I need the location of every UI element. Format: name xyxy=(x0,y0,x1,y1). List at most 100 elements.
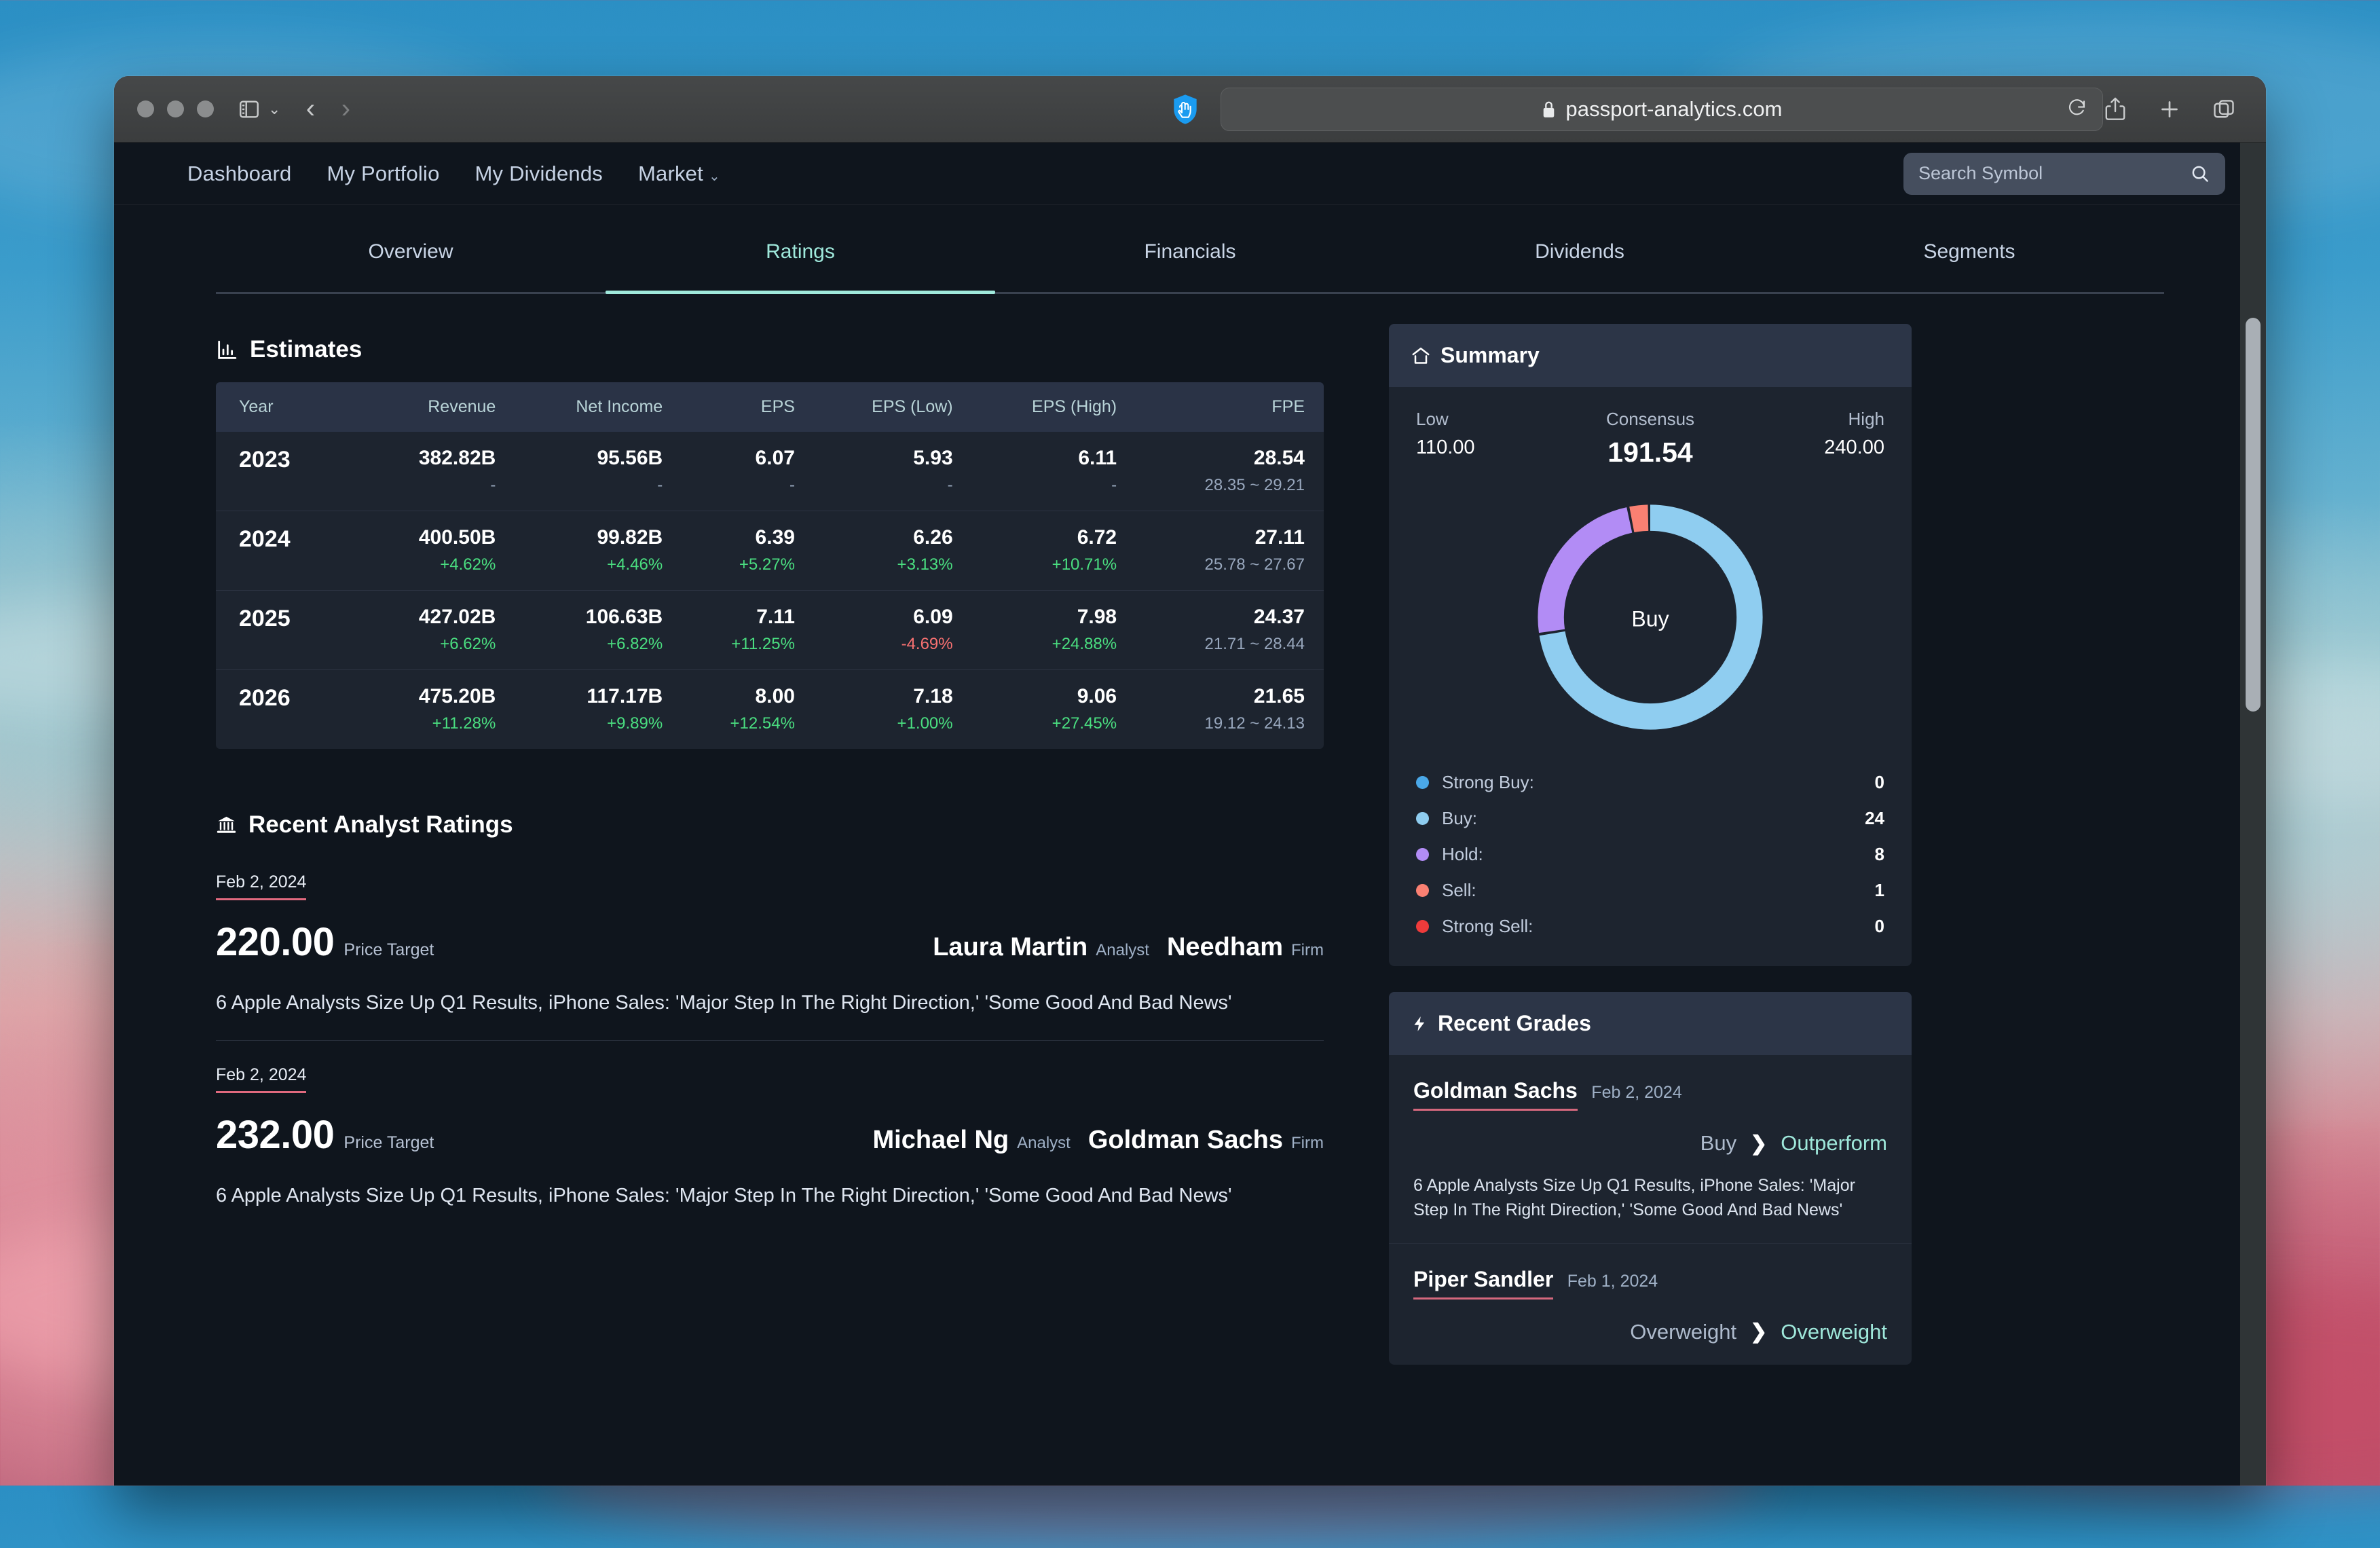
rating-row: 232.00 Price Target Michael Ng Analyst Go… xyxy=(216,1112,1324,1158)
stat-high: High 240.00 xyxy=(1728,409,1884,468)
share-icon[interactable] xyxy=(2103,96,2127,123)
summary-stats: Low 110.00 Consensus 191.54 High 240.00 xyxy=(1389,387,1912,481)
legend-label: Strong Sell: xyxy=(1442,916,1533,936)
eps-high-value: 9.06 xyxy=(1077,684,1117,707)
nav-item-market[interactable]: Market ⌄ xyxy=(638,162,720,186)
grade-item[interactable]: Piper Sandler Feb 1, 2024 Overweight ❯ O… xyxy=(1389,1242,1912,1365)
reload-icon[interactable] xyxy=(2067,97,2087,121)
cell-eps: 6.07 - xyxy=(682,432,814,511)
search-symbol-box[interactable] xyxy=(1903,152,2225,195)
eps-value: 8.00 xyxy=(755,684,795,707)
site-header: Dashboard My Portfolio My Dividends Mark… xyxy=(114,143,2266,205)
legend-value: 0 xyxy=(1874,916,1884,936)
table-row[interactable]: 2023 382.82B - 95.56B - 6.07- 5.93- 6.11- … xyxy=(216,432,1324,511)
tab-overview-icon[interactable] xyxy=(2212,97,2236,122)
address-bar[interactable]: passport-analytics.com xyxy=(1221,87,2103,131)
grade-to: Overweight xyxy=(1781,1319,1887,1344)
back-button[interactable]: ‹ xyxy=(293,93,328,126)
tab-dividends[interactable]: Dividends xyxy=(1385,205,1774,292)
plus-icon[interactable] xyxy=(2157,97,2182,122)
nav-label: Dashboard xyxy=(187,161,292,185)
extension-shield-icon[interactable] xyxy=(1172,93,1199,126)
eps-low-change: - xyxy=(947,475,953,494)
eps-value: 7.11 xyxy=(756,605,795,628)
cell-fpe: 28.54 28.35 ~ 29.21 xyxy=(1136,432,1324,511)
cell-year: 2025 xyxy=(216,590,364,670)
legend-label: Hold: xyxy=(1442,844,1483,864)
grade-news-headline[interactable]: 6 Apple Analysts Size Up Q1 Results, iPh… xyxy=(1413,1173,1887,1223)
analyst-ratings-heading: Recent Analyst Ratings xyxy=(216,811,1324,838)
bank-icon xyxy=(216,814,237,835)
nav-label: My Portfolio xyxy=(327,161,440,185)
analyst-label: Analyst xyxy=(1017,1134,1071,1153)
revenue-change: +6.62% xyxy=(440,634,496,653)
toolbar-right-actions xyxy=(2103,96,2243,123)
close-window-button[interactable] xyxy=(137,100,154,117)
estimates-heading: Estimates xyxy=(216,336,1324,363)
main-navigation: Dashboard My Portfolio My Dividends Mark… xyxy=(187,162,720,186)
scrollbar-thumb[interactable] xyxy=(2246,318,2261,712)
main-content: Estimates Year Revenue Net Income EPS EP… xyxy=(114,294,2266,1365)
search-input[interactable] xyxy=(1918,163,2190,184)
rating-row: 220.00 Price Target Laura Martin Analyst … xyxy=(216,919,1324,965)
firm-label: Firm xyxy=(1291,1134,1324,1153)
legend-bullet-hold xyxy=(1416,848,1429,861)
analyst-rating-item[interactable]: Feb 2, 2024 232.00 Price Target Michael … xyxy=(216,1040,1324,1233)
eps-low-value: 5.93 xyxy=(913,447,953,469)
cell-revenue: 427.02B +6.62% xyxy=(363,590,515,670)
firm-label: Firm xyxy=(1291,940,1324,959)
col-eps-high: EPS (High) xyxy=(971,382,1136,432)
eps-low-change: -4.69% xyxy=(901,634,953,653)
price-target-value: 220.00 xyxy=(216,919,335,964)
tab-financials[interactable]: Financials xyxy=(995,205,1385,292)
window-controls[interactable] xyxy=(137,100,214,117)
rating-news-headline[interactable]: 6 Apple Analysts Size Up Q1 Results, iPh… xyxy=(216,989,1288,1017)
analyst-rating-item[interactable]: Feb 2, 2024 220.00 Price Target Laura Ma… xyxy=(216,858,1324,1040)
minimize-window-button[interactable] xyxy=(167,100,184,117)
grade-item[interactable]: Goldman Sachs Feb 2, 2024 Buy ❯ Outperfo… xyxy=(1389,1055,1912,1243)
revenue-value: 382.82B xyxy=(418,447,496,469)
grade-head: Goldman Sachs Feb 2, 2024 xyxy=(1413,1078,1887,1111)
recent-grades-panel: Recent Grades Goldman Sachs Feb 2, 2024 … xyxy=(1389,992,1912,1365)
tab-ratings[interactable]: Ratings xyxy=(606,205,995,294)
cell-fpe: 21.65 19.12 ~ 24.13 xyxy=(1136,669,1324,749)
tab-overview[interactable]: Overview xyxy=(216,205,606,292)
col-eps-low: EPS (Low) xyxy=(813,382,972,432)
nav-label: Market xyxy=(638,161,703,185)
col-net-income: Net Income xyxy=(515,382,682,432)
chevron-down-icon[interactable]: ⌄ xyxy=(268,100,280,118)
summary-panel: Summary Low 110.00 Consensus 191.54 High xyxy=(1389,324,1912,966)
rating-attribution: Michael Ng Analyst Goldman Sachs Firm xyxy=(873,1126,1324,1155)
web-page: Dashboard My Portfolio My Dividends Mark… xyxy=(114,143,2266,1486)
sidebar-toggle-icon[interactable] xyxy=(234,96,264,123)
tab-label: Financials xyxy=(1144,240,1236,263)
grade-date: Feb 1, 2024 xyxy=(1567,1271,1658,1291)
high-value: 240.00 xyxy=(1824,437,1884,458)
eps-high-change: +10.71% xyxy=(1052,555,1117,574)
legend-row: Strong Buy: 0 xyxy=(1416,764,1884,800)
table-row[interactable]: 2025 427.02B +6.62% 106.63B +6.82% 7.11 +11… xyxy=(216,590,1324,670)
table-row[interactable]: 2024 400.50B +4.62% 99.82B +4.46% 6.39 +5.2… xyxy=(216,511,1324,591)
maximize-window-button[interactable] xyxy=(197,100,214,117)
recommendation-legend: Strong Buy: 0 Buy: 24 Hold: 8 Sell: 1 St… xyxy=(1389,758,1912,966)
forward-button[interactable]: › xyxy=(328,93,363,126)
eps-low-change: +1.00% xyxy=(897,714,953,733)
revenue-value: 475.20B xyxy=(418,684,496,707)
tab-segments[interactable]: Segments xyxy=(1774,205,2164,292)
eps-low-value: 6.26 xyxy=(913,526,953,549)
section-tabs: Overview Ratings Financials Dividends Se… xyxy=(216,205,2164,294)
net-income-change: +6.82% xyxy=(607,634,663,653)
net-income-value: 117.17B xyxy=(587,684,663,707)
eps-high-change: +24.88% xyxy=(1052,634,1117,653)
nav-item-my-dividends[interactable]: My Dividends xyxy=(475,162,603,186)
search-icon[interactable] xyxy=(2190,164,2210,184)
year-value: 2025 xyxy=(239,605,291,631)
eps-value: 6.07 xyxy=(755,447,795,469)
rating-news-headline[interactable]: 6 Apple Analysts Size Up Q1 Results, iPh… xyxy=(216,1182,1288,1210)
nav-item-dashboard[interactable]: Dashboard xyxy=(187,162,291,186)
cell-eps-low: 5.93 - xyxy=(813,432,972,511)
rating-attribution: Laura Martin Analyst Needham Firm xyxy=(933,933,1324,962)
table-row[interactable]: 2026 475.20B +11.28% 117.17B +9.89% 8.00 +1… xyxy=(216,669,1324,749)
tab-label: Overview xyxy=(368,240,453,263)
nav-item-my-portfolio[interactable]: My Portfolio xyxy=(327,162,439,186)
